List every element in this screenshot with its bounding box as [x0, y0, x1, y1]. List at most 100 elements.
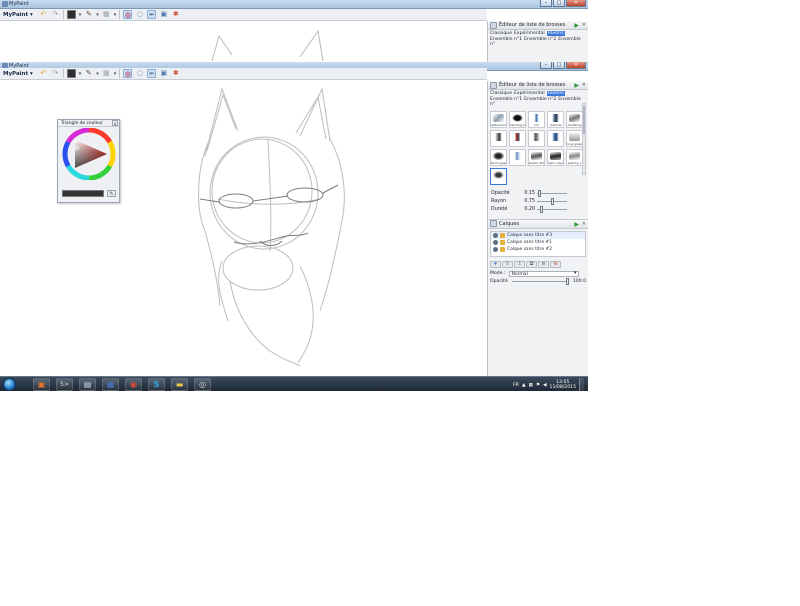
brush-tile[interactable]: charcoal — [547, 110, 564, 128]
back-app-menu[interactable]: MyPaint ▾ — [2, 12, 36, 18]
word-icon[interactable]: ▦ — [102, 377, 119, 391]
app-menu[interactable]: MyPaint ▾ — [2, 71, 36, 77]
lock-icon[interactable] — [500, 239, 505, 245]
slider-knob[interactable] — [540, 206, 543, 214]
slider-knob[interactable] — [538, 190, 541, 198]
brush-icon[interactable]: ✎ — [84, 69, 93, 78]
undo-icon[interactable]: ↶ — [39, 69, 48, 78]
group-tab[interactable]: Expérimental — [514, 31, 545, 36]
add-layer-button[interactable]: + — [490, 260, 501, 268]
layer-row[interactable]: Calque sans titre #1 — [491, 239, 585, 246]
slider-knob[interactable] — [565, 277, 569, 285]
layer-row[interactable]: Calque sans titre #2 — [491, 246, 585, 253]
chevron-down-icon[interactable]: ▾ — [79, 12, 82, 18]
image-icon[interactable]: ▣ — [159, 10, 168, 19]
move-layer-down-button[interactable]: ⇩ — [514, 260, 525, 268]
slider-knob[interactable] — [551, 198, 554, 206]
group-tab[interactable]: Classique — [490, 31, 512, 36]
brush-tile[interactable]: sketchy 1 — [566, 148, 583, 166]
brush-tile[interactable]: modelling — [566, 110, 583, 128]
group-tab[interactable]: Ensemble n°2 — [524, 97, 556, 102]
language-indicator[interactable]: FR — [513, 383, 519, 388]
grid-icon[interactable]: ▦ — [102, 10, 111, 19]
lock-icon[interactable] — [500, 246, 505, 252]
brush-tile[interactable] — [509, 129, 526, 147]
brush-tile[interactable]: ink — [528, 110, 545, 128]
group-tab[interactable]: Ensemble n°1 — [490, 97, 522, 102]
maximize-button[interactable]: □ — [553, 0, 565, 7]
brush-tile[interactable]: short grass — [490, 148, 507, 166]
redo-icon[interactable]: ↷ — [51, 69, 60, 78]
eyedropper-icon[interactable]: ✎ — [107, 190, 116, 197]
terminal-icon[interactable]: 5> — [56, 377, 73, 391]
network-icon[interactable]: ▦ — [529, 383, 533, 388]
layer-opacity-slider[interactable] — [511, 277, 569, 285]
pen-icon[interactable]: ✒ — [147, 69, 157, 78]
clock[interactable]: 13:05 11/08/2015 — [550, 380, 576, 390]
color-swatch-icon[interactable] — [66, 69, 76, 78]
duplicate-layer-button[interactable]: ⧉ — [526, 260, 537, 268]
chrome-icon[interactable]: ◉ — [125, 377, 142, 391]
color-swatch-icon[interactable] — [66, 10, 76, 19]
close-icon[interactable]: ✕ — [582, 221, 586, 227]
folder-icon[interactable]: ▬ — [171, 377, 188, 391]
eraser-icon[interactable]: ◍ — [123, 69, 133, 78]
brush-tile-selected[interactable] — [490, 167, 507, 185]
radius-slider[interactable] — [537, 198, 567, 206]
merge-layer-button[interactable]: ≡ — [538, 260, 549, 268]
chevron-down-icon[interactable]: ▾ — [114, 71, 117, 77]
lock-icon[interactable] — [500, 232, 505, 238]
group-tab[interactable]: Expérimental — [514, 91, 545, 96]
multi-icon[interactable]: ✱ — [171, 69, 180, 78]
chevron-down-icon[interactable]: ▾ — [79, 71, 82, 77]
redo-icon[interactable]: ↷ — [51, 10, 60, 19]
opacity-slider[interactable] — [537, 190, 567, 198]
circle-icon[interactable]: ○ — [135, 10, 144, 19]
image-icon[interactable]: ▣ — [159, 69, 168, 78]
office-icon[interactable]: ▣ — [33, 377, 50, 391]
close-icon[interactable]: ✕ — [582, 82, 586, 88]
brush-tile[interactable]: sketch dirt 1 — [528, 148, 545, 166]
close-button[interactable]: ✕ — [566, 0, 586, 7]
close-icon[interactable]: ✕ — [582, 22, 586, 28]
brush-tile[interactable] — [528, 129, 545, 147]
show-desktop-button[interactable] — [579, 378, 584, 391]
brush-tile[interactable] — [490, 129, 507, 147]
blend-mode-select[interactable]: Normal — [508, 270, 579, 277]
hardness-slider[interactable] — [537, 206, 567, 214]
eraser-icon[interactable]: ◍ — [123, 10, 133, 19]
multi-icon[interactable]: ✱ — [171, 10, 180, 19]
brush-tile[interactable]: long grass — [566, 129, 583, 147]
play-icon[interactable]: ▶ — [574, 82, 579, 89]
close-icon[interactable]: x — [112, 120, 118, 126]
tray-arrow-icon[interactable]: ▲ — [522, 383, 526, 388]
brush-icon[interactable]: ✎ — [84, 10, 93, 19]
eye-icon[interactable] — [493, 246, 498, 252]
play-icon[interactable]: ▶ — [574, 221, 579, 228]
brush-tile[interactable]: dark-crayon — [547, 148, 564, 166]
brush-list-scrollbar[interactable] — [582, 103, 586, 175]
group-tab[interactable]: Classique — [490, 91, 512, 96]
maximize-button[interactable]: □ — [553, 62, 565, 69]
scrollbar-thumb[interactable] — [583, 106, 585, 134]
explorer-icon[interactable]: ▤ — [79, 377, 96, 391]
brush-tile[interactable]: watercolor — [490, 110, 507, 128]
delete-layer-button[interactable]: ⊖ — [550, 260, 561, 268]
mypaint-icon[interactable]: ◎ — [194, 377, 211, 391]
grid-icon[interactable]: ▦ — [102, 69, 111, 78]
minimize-button[interactable]: – — [540, 0, 552, 7]
chevron-down-icon[interactable]: ▾ — [96, 71, 99, 77]
back-window-controls[interactable]: – □ ✕ — [540, 0, 586, 8]
skype-icon[interactable]: S — [148, 377, 165, 391]
brush-tile[interactable] — [547, 129, 564, 147]
move-layer-up-button[interactable]: ⇧ — [502, 260, 513, 268]
pen-icon[interactable]: ✒ — [147, 10, 157, 19]
volume-icon[interactable]: ◀ — [543, 383, 547, 388]
brush-tile[interactable]: blending bluest — [509, 110, 526, 128]
start-button[interactable] — [3, 377, 16, 391]
colour-wheel[interactable] — [59, 128, 120, 180]
drawing-canvas[interactable]: Triangle de couleur x ✎ — [0, 81, 487, 376]
circle-icon[interactable]: ○ — [135, 69, 144, 78]
layer-row[interactable]: Calque sans titre #3 — [491, 231, 585, 239]
group-tab[interactable]: Ensemble n°2 — [524, 37, 556, 42]
